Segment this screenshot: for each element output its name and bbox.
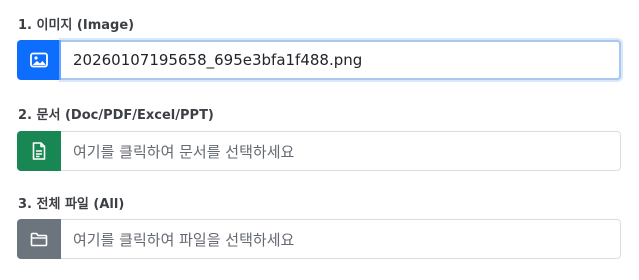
folder-icon[interactable] [17, 219, 61, 259]
image-icon[interactable] [17, 40, 61, 80]
image-upload-row[interactable]: 20260107195658_695e3bfa1f488.png [17, 40, 621, 80]
all-files-section-label: 3. 전체 파일 (All) [18, 197, 125, 212]
file-upload-form: 1. 이미지 (Image) 20260107195658_695e3bfa1f… [0, 0, 639, 280]
document-section-label: 2. 문서 (Doc/PDF/Excel/PPT) [18, 108, 214, 123]
image-section-label: 1. 이미지 (Image) [18, 18, 135, 33]
document-upload-row[interactable]: 여기를 클릭하여 문서를 선택하세요 [17, 131, 621, 171]
document-file-field[interactable]: 여기를 클릭하여 문서를 선택하세요 [61, 131, 621, 171]
document-icon[interactable] [17, 131, 61, 171]
image-file-field[interactable]: 20260107195658_695e3bfa1f488.png [61, 40, 621, 80]
all-files-field[interactable]: 여기를 클릭하여 파일을 선택하세요 [61, 219, 621, 259]
all-files-upload-row[interactable]: 여기를 클릭하여 파일을 선택하세요 [17, 219, 621, 259]
